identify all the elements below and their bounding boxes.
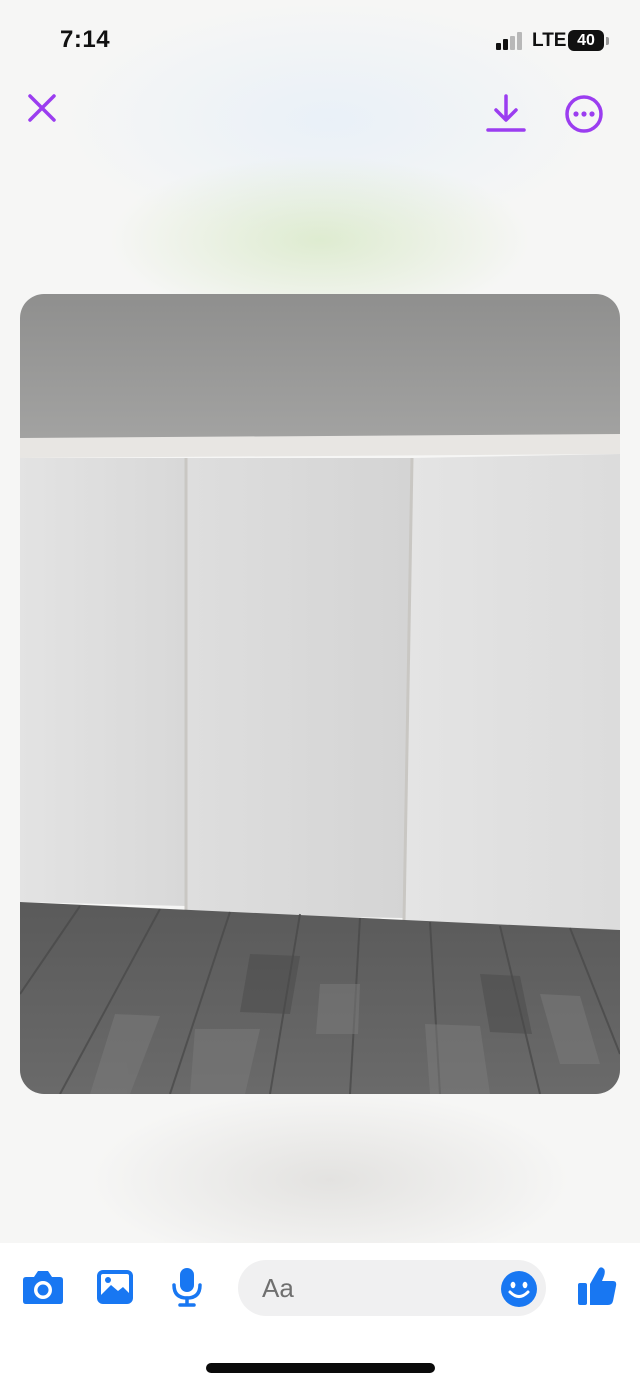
home-indicator[interactable] [206, 1363, 435, 1373]
microphone-button[interactable] [170, 1266, 204, 1308]
download-button[interactable] [484, 92, 528, 136]
signal-icon [496, 32, 524, 50]
battery-icon: 40 [568, 30, 604, 51]
like-button[interactable] [576, 1264, 618, 1308]
closet-photo [20, 294, 620, 1094]
emoji-icon [501, 1271, 537, 1307]
battery-cap [606, 37, 609, 45]
gallery-button[interactable] [96, 1268, 134, 1306]
status-time: 7:14 [60, 26, 111, 53]
photo-viewer-image[interactable] [20, 294, 620, 1094]
gallery-icon [97, 1270, 133, 1304]
network-type: LTE [532, 30, 567, 51]
emoji-button[interactable] [500, 1270, 538, 1308]
more-options-button[interactable] [562, 92, 606, 136]
camera-button[interactable] [22, 1268, 64, 1306]
close-button[interactable] [24, 90, 60, 126]
camera-icon [23, 1271, 63, 1304]
microphone-icon [172, 1268, 202, 1307]
download-icon [486, 94, 526, 132]
more-options-icon [565, 95, 603, 133]
thumbs-up-icon [578, 1267, 617, 1305]
close-icon [28, 94, 56, 122]
